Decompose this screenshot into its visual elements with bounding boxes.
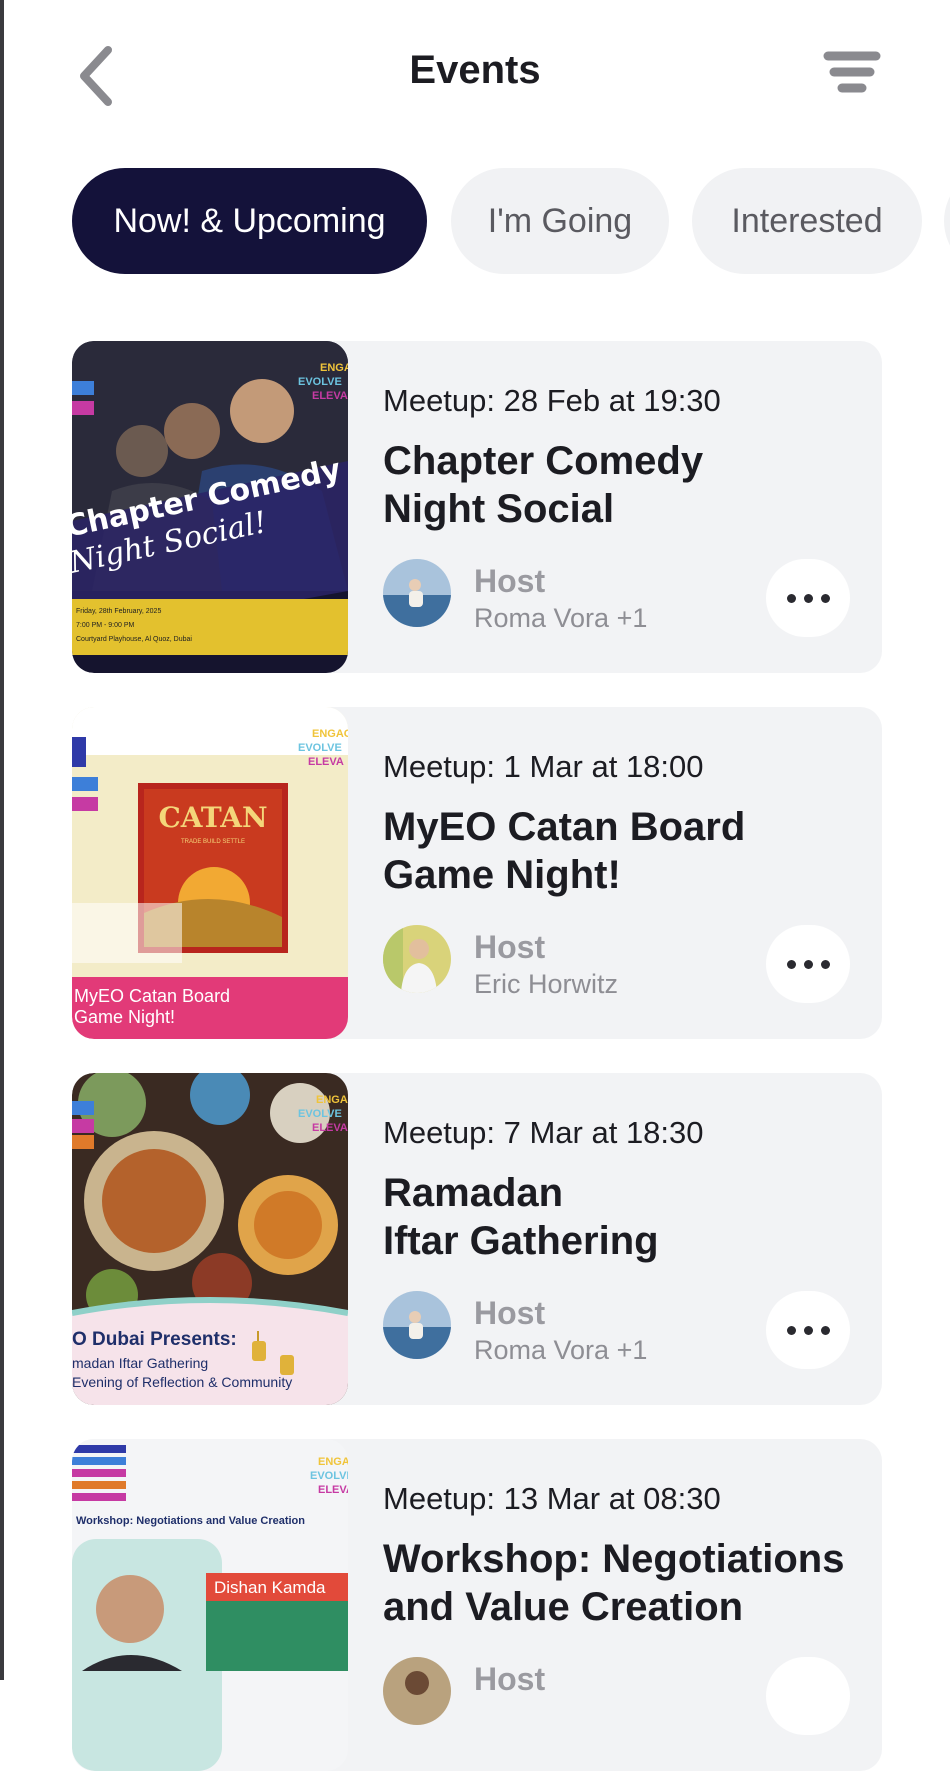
svg-text:ELEVA: ELEVA [308,756,344,768]
svg-text:EVOLVE: EVOLVE [298,1108,342,1120]
svg-text:ENGAG: ENGAG [316,1094,348,1106]
svg-text:ELEVA: ELEVA [318,1484,348,1496]
host-avatar [383,559,451,627]
host-avatar [383,1291,451,1359]
host-name: Roma Vora +1 [474,1335,648,1365]
host-label: Host [474,563,546,599]
tab-im-going[interactable]: I'm Going [451,168,669,274]
host-avatar [383,925,451,993]
svg-text:EVOLVE: EVOLVE [298,742,342,754]
tab-label: I'm Going [487,201,633,240]
more-options-button[interactable] [766,559,850,637]
poster-speaker-text: Dishan Kamda [214,1578,326,1597]
tab-label: Interested [731,201,883,240]
host-avatar [383,1657,451,1725]
svg-text:EVOLVE: EVOLVE [310,1470,348,1482]
ellipsis-icon [783,1325,834,1335]
event-card-iftar-gathering[interactable]: ENGAG EVOLVE ELEVA O Dubai Presents: mad… [72,1073,882,1405]
host-label: Host [474,1295,546,1331]
event-title: Chapter Comedy Night Social [383,437,863,533]
tab-label: Now! & Upcoming [113,201,386,240]
poster-footer-text: Game Night! [74,1007,175,1027]
filter-button[interactable] [822,48,882,98]
host-name: Roma Vora +1 [474,603,648,633]
event-title-line: Night Social [383,487,615,531]
event-card-negotiations-workshop[interactable]: ENGAG EVOLVE ELEVA Workshop: Negotiation… [72,1439,882,1771]
tab-more[interactable] [944,168,950,274]
ellipsis-icon [783,593,834,603]
header: Events [0,0,950,150]
svg-text:ENGAG: ENGAG [318,1456,348,1468]
event-title: Workshop: Negotiations and Value Creatio… [383,1535,873,1631]
poster-footer-text: Evening of Reflection & Community [72,1374,292,1390]
tab-now-upcoming[interactable]: Now! & Upcoming [72,168,427,274]
tab-interested[interactable]: Interested [692,168,922,274]
ellipsis-icon [783,959,834,969]
poster-footer-text: madan Iftar Gathering [72,1355,208,1371]
event-meta: Meetup: 13 Mar at 08:30 [383,1481,721,1516]
event-title: Ramadan Iftar Gathering [383,1169,863,1265]
event-title-line: Game Night! [383,853,621,897]
event-title-line: and Value Creation [383,1585,744,1629]
page-title: Events [409,48,541,92]
host-name: Eric Horwitz [474,969,619,999]
event-title-line: Workshop: Negotiations [383,1537,845,1581]
poster-box-title: CATAN [158,801,267,834]
window-edge [0,0,4,1680]
more-options-button[interactable] [766,1657,850,1735]
event-meta: Meetup: 28 Feb at 19:30 [383,383,721,418]
event-poster: ENGAG EVOLVE ELEVA Chapter Comedy Night … [72,341,348,673]
host-label: Host [474,929,546,965]
more-options-button[interactable] [766,1291,850,1369]
poster-box-subtitle: TRADE BUILD SETTLE [181,839,245,845]
poster-footer-text: MyEO Catan Board [74,986,230,1006]
svg-text:ELEVA: ELEVA [312,1122,348,1134]
event-title-line: MyEO Catan Board [383,805,746,849]
event-card-catan-night[interactable]: ENGAG EVOLVE ELEVA CATAN TRADE BUILD SET… [72,707,882,1039]
event-meta: Meetup: 1 Mar at 18:00 [383,749,704,784]
event-title-line: Iftar Gathering [383,1219,659,1263]
filter-lines-icon [823,51,881,93]
event-title-line: Chapter Comedy [383,439,704,483]
event-card-comedy-night[interactable]: ENGAG EVOLVE ELEVA Chapter Comedy Night … [72,341,882,673]
poster-footer-text: O Dubai Presents: [72,1329,237,1350]
poster-heading-text: Workshop: Negotiations and Value Creatio… [76,1515,305,1527]
more-options-button[interactable] [766,925,850,1003]
poster-time-text: 7:00 PM - 9:00 PM [76,622,135,629]
svg-text:ELEVA: ELEVA [312,390,348,402]
svg-text:EVOLVE: EVOLVE [298,376,342,388]
svg-text:ENGAG: ENGAG [312,728,348,740]
event-title-line: Ramadan [383,1171,564,1215]
event-title: MyEO Catan Board Game Night! [383,803,863,899]
event-meta: Meetup: 7 Mar at 18:30 [383,1115,704,1150]
event-poster: ENGAG EVOLVE ELEVA CATAN TRADE BUILD SET… [72,707,348,1039]
poster-venue-text: Courtyard Playhouse, Al Quoz, Dubai [76,636,192,643]
poster-date-text: Friday, 28th February, 2025 [76,608,161,615]
tab-bar: Now! & Upcoming I'm Going Interested [72,168,950,274]
event-poster: ENGAG EVOLVE ELEVA O Dubai Presents: mad… [72,1073,348,1405]
svg-text:ENGAG: ENGAG [320,362,348,374]
event-poster: ENGAG EVOLVE ELEVA Workshop: Negotiation… [72,1439,348,1771]
